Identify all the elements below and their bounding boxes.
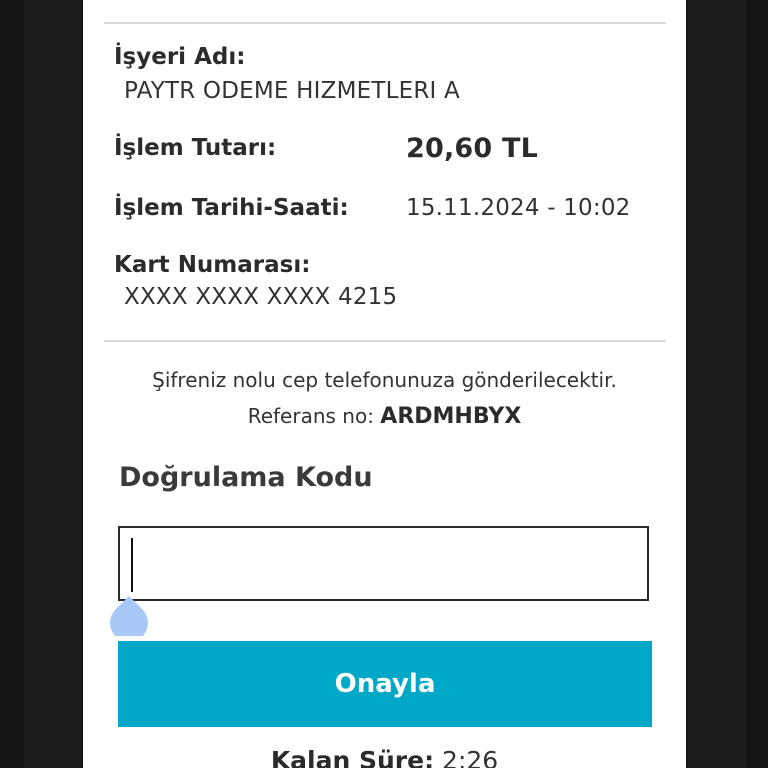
left-panel <box>24 0 82 768</box>
reference-label: Referans no: <box>247 404 374 428</box>
text-caret <box>131 538 133 592</box>
verification-title: Doğrulama Kodu <box>119 462 373 493</box>
reference-line: Referans no: ARDMHBYX <box>83 404 686 429</box>
amount-value: 20,60 TL <box>406 133 539 164</box>
remaining-time: Kalan Süre: 2:26 <box>83 746 686 768</box>
top-divider <box>104 22 666 24</box>
text-selection-handle[interactable] <box>109 596 149 636</box>
middle-divider <box>104 340 666 342</box>
sms-notice: Şifreniz nolu cep telefonunuza gönderile… <box>152 368 617 392</box>
right-panel <box>688 0 746 768</box>
remaining-time-value: 2:26 <box>442 746 499 768</box>
card-number-label: Kart Numarası: <box>114 252 311 278</box>
datetime-value: 15.11.2024 - 10:02 <box>406 195 631 221</box>
reference-value: ARDMHBYX <box>380 404 522 429</box>
datetime-label: İşlem Tarihi-Saati: <box>114 195 349 221</box>
device-frame: İşyeri Adı: PAYTR ODEME HIZMETLERI A İşl… <box>0 0 768 768</box>
remaining-time-label: Kalan Süre: <box>270 746 435 768</box>
payment-verification-card: İşyeri Adı: PAYTR ODEME HIZMETLERI A İşl… <box>83 0 686 768</box>
confirm-button[interactable]: Onayla <box>118 641 652 727</box>
card-number-value: XXXX XXXX XXXX 4215 <box>124 284 398 310</box>
merchant-value: PAYTR ODEME HIZMETLERI A <box>124 78 460 104</box>
merchant-label: İşyeri Adı: <box>114 44 246 70</box>
verification-code-input[interactable] <box>118 526 649 601</box>
amount-label: İşlem Tutarı: <box>114 135 277 161</box>
